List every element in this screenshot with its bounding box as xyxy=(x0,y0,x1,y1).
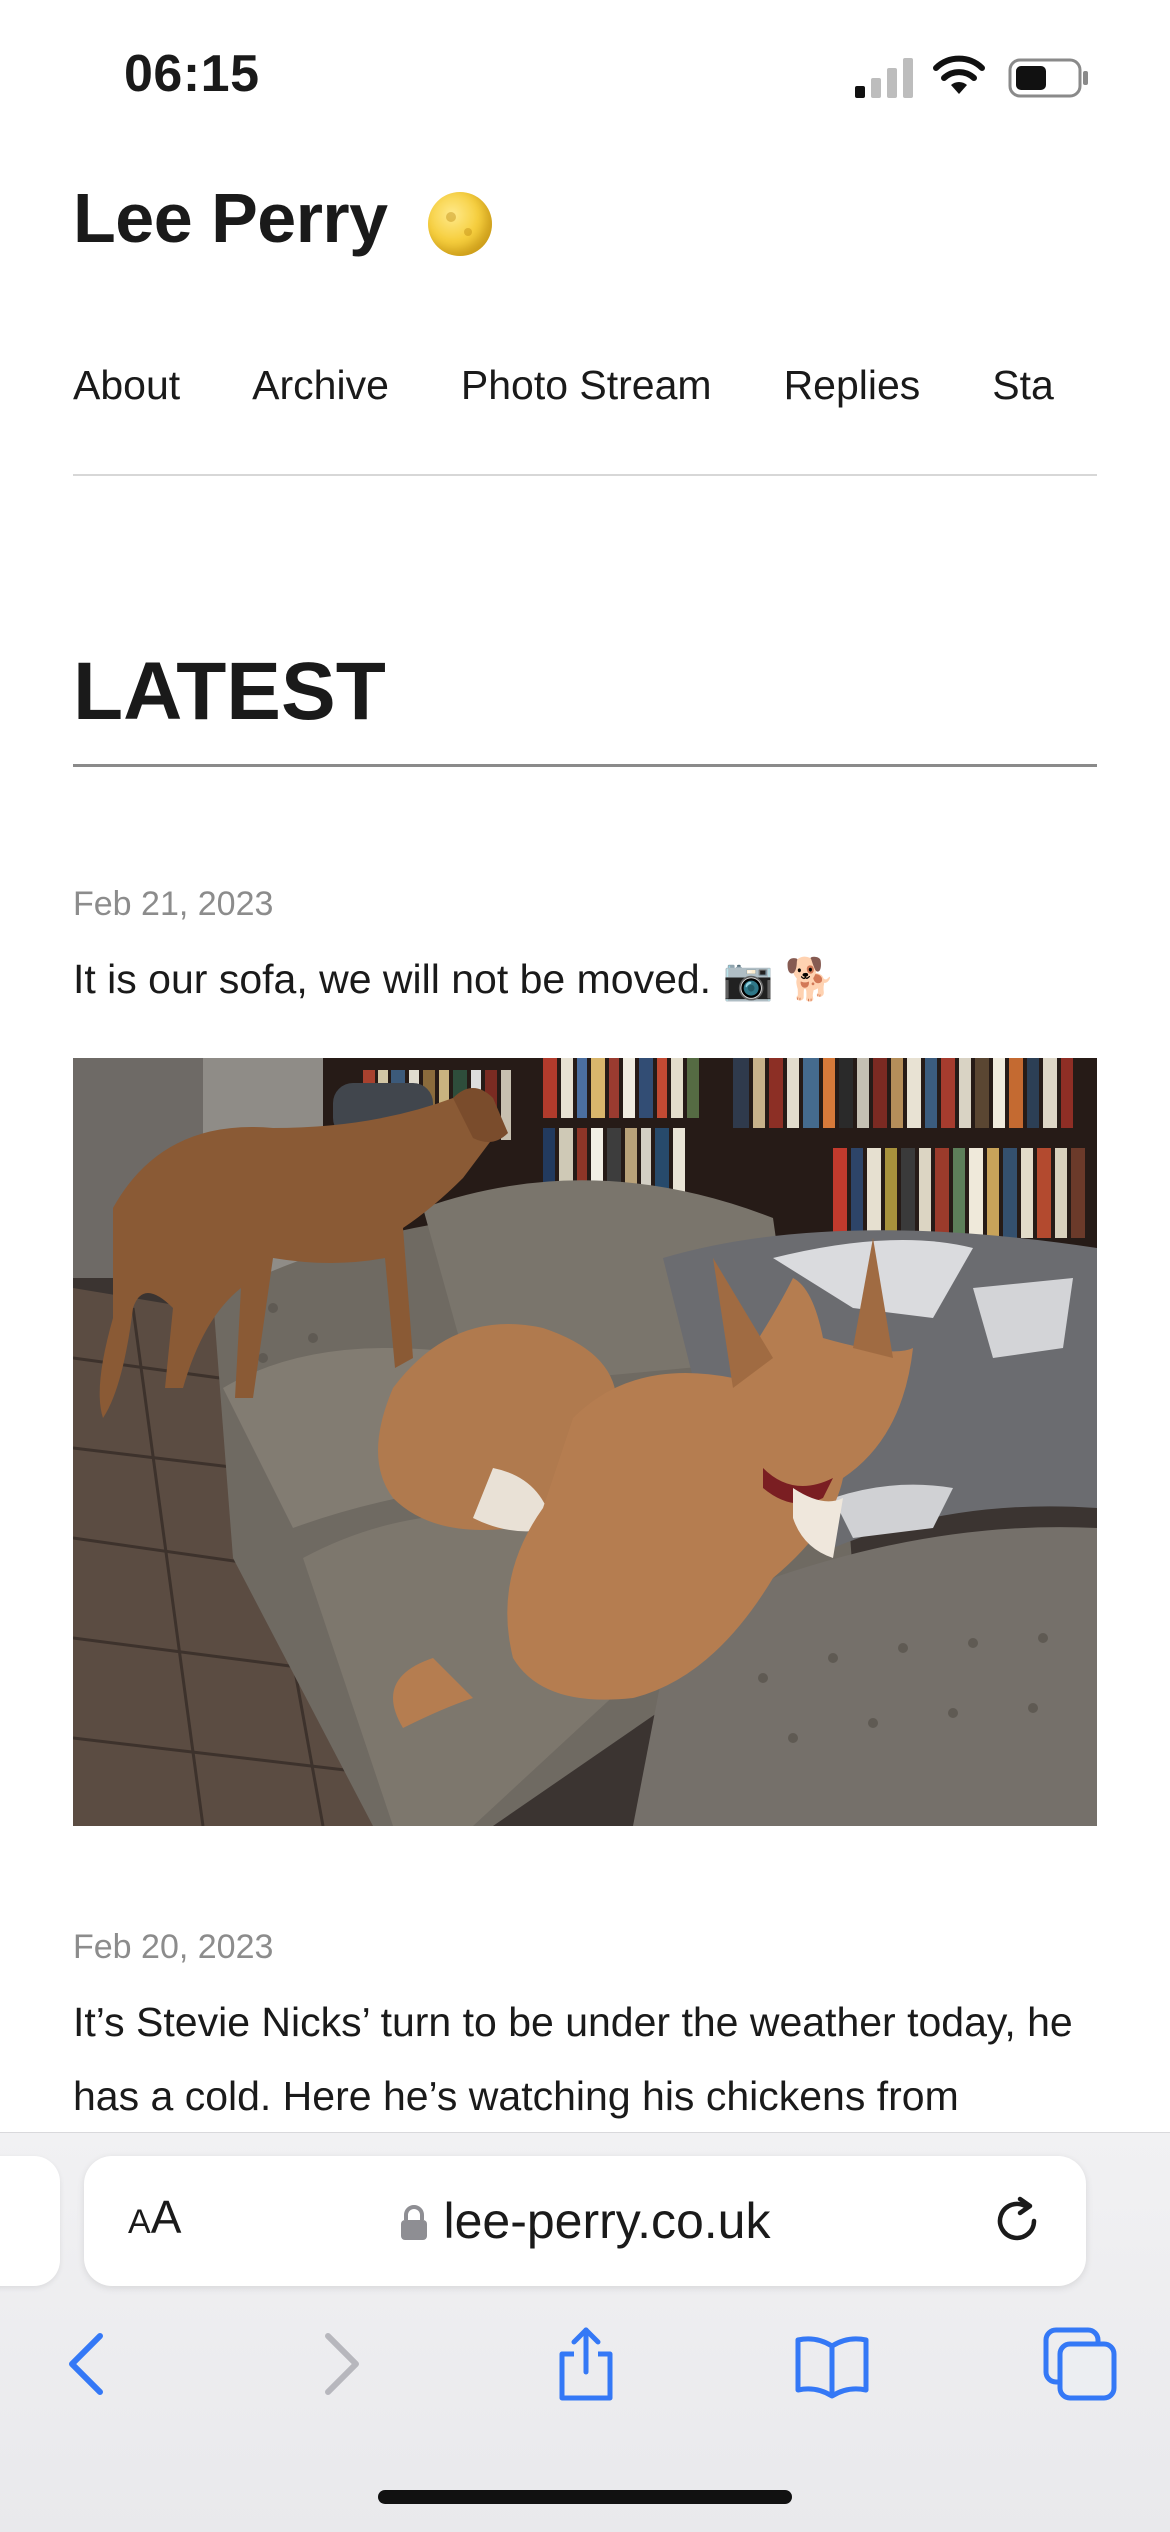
site-title[interactable]: Lee Perry xyxy=(73,178,388,258)
nav-item-replies[interactable]: Replies xyxy=(784,362,921,409)
status-time: 06:15 xyxy=(124,45,260,103)
lock-icon xyxy=(400,2205,427,2240)
reload-icon[interactable] xyxy=(990,2194,1044,2248)
url-field[interactable]: lee-perry.co.uk xyxy=(84,2156,1086,2286)
wifi-icon xyxy=(933,55,985,94)
post-date[interactable]: Feb 21, 2023 xyxy=(73,885,273,924)
moon-icon xyxy=(427,192,492,256)
nav-divider xyxy=(73,474,1097,476)
back-arrow-icon[interactable] xyxy=(48,2324,128,2404)
previous-tab-preview[interactable] xyxy=(0,2156,60,2286)
battery-icon xyxy=(1008,58,1088,98)
nav-item-photo-stream[interactable]: Photo Stream xyxy=(461,362,712,409)
nav-item-stats[interactable]: Sta xyxy=(992,362,1054,409)
page: 06:15 Lee Perry About Archive Photo Stream… xyxy=(0,0,1170,2532)
site-nav: About Archive Photo Stream Replies Sta xyxy=(73,362,1097,409)
cellular-signal-icon xyxy=(855,58,913,98)
address-bar[interactable]: AA lee-perry.co.uk xyxy=(84,2156,1086,2286)
dogs-on-sofa-photo[interactable] xyxy=(73,1058,1097,1826)
section-divider xyxy=(73,764,1097,767)
forward-arrow-icon[interactable] xyxy=(300,2324,380,2404)
post-date[interactable]: Feb 20, 2023 xyxy=(73,1928,273,1967)
bookmarks-icon[interactable] xyxy=(792,2324,872,2404)
site-header: Lee Perry xyxy=(73,178,492,258)
status-bar: 06:15 xyxy=(0,0,1170,150)
nav-item-archive[interactable]: Archive xyxy=(252,362,389,409)
post-text: It is our sofa, we will not be moved. 📷 … xyxy=(73,956,836,1002)
tabs-icon[interactable] xyxy=(1040,2324,1120,2404)
section-heading: LATEST xyxy=(73,646,386,737)
nav-item-about[interactable]: About xyxy=(73,362,180,409)
url-text: lee-perry.co.uk xyxy=(443,2193,771,2249)
post-text: It’s Stevie Nicks’ turn to be under the … xyxy=(73,1999,1073,2119)
home-indicator[interactable] xyxy=(378,2490,792,2504)
photo-illustration xyxy=(73,1058,1097,1826)
share-icon[interactable] xyxy=(546,2324,626,2404)
